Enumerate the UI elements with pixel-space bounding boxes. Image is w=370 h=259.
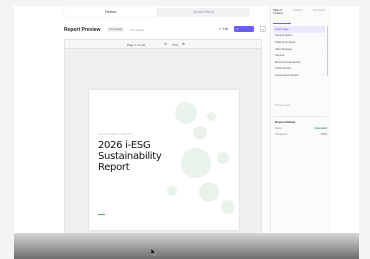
toc-item-label: Environmental Section <box>275 60 301 64</box>
toc-item-label: CEO Message <box>275 47 292 51</box>
chevron-right-icon: › <box>322 27 323 31</box>
page-indicator: Page 1 of 131 <box>127 42 146 47</box>
chevron-right-icon: › <box>322 47 323 51</box>
document-viewer: ‹ Page 1 of 131 ⊖ 75% ⊕ › SUSTAINABILITY… <box>64 39 262 239</box>
divider <box>273 116 327 117</box>
edit-button-label: Edit <box>222 27 229 31</box>
decor-bubble <box>193 126 207 140</box>
detail-value: Generated <box>314 127 327 130</box>
status-badge: Generated <box>107 27 125 32</box>
detail-row-status: Status Generated <box>275 127 327 130</box>
toc-item-label: Social Section <box>275 67 292 71</box>
decor-bubble <box>199 182 219 202</box>
cover-accent-line <box>98 214 105 215</box>
toc-item-label: Cover Page <box>275 27 289 31</box>
tab-preview[interactable]: Preview <box>64 8 157 17</box>
side-tabs: Table of Contents Sections Comments <box>271 9 331 23</box>
toc-item[interactable]: General › <box>273 52 325 59</box>
active-tab-indicator <box>273 23 291 24</box>
detail-value: 100% <box>320 133 327 136</box>
toc-item-label: Governance Section <box>275 73 299 77</box>
toc-item[interactable]: General Notice › <box>273 33 325 40</box>
chevron-right-icon: › <box>322 54 323 58</box>
tab-table-of-contents[interactable]: Table of Contents <box>271 9 291 23</box>
detail-row-completion: Completion 100% <box>275 133 327 136</box>
chevron-right-icon: › <box>322 34 323 38</box>
toc-scrollbar[interactable] <box>327 26 329 76</box>
more-options-icon[interactable]: ✎ <box>260 26 266 32</box>
mouse-cursor-icon <box>151 248 157 256</box>
chevron-right-icon: › <box>322 73 323 77</box>
toc-item[interactable]: Social Section › <box>273 66 325 73</box>
tab-sections[interactable]: Sections <box>291 9 311 23</box>
cover-kicker: SUSTAINABILITY REPORT <box>98 133 134 136</box>
toc-list: Cover Page › General Notice › Table of Con… <box>273 26 325 79</box>
decor-bubble <box>181 148 211 178</box>
regenerate-label: Regenerate <box>236 33 252 37</box>
viewer-toolbar: ‹ Page 1 of 131 ⊖ 75% ⊕ › <box>65 40 261 49</box>
toc-item[interactable]: Table of Contents › <box>273 39 325 46</box>
toc-item[interactable]: Governance Section › <box>273 72 325 79</box>
report-details-title: Report Details <box>275 120 296 124</box>
preview-header: Report Preview Generated 131 pages ✎ Edi… <box>64 25 266 37</box>
chevron-right-icon: › <box>322 67 323 71</box>
mode-tabs: Preview Source Report <box>64 8 250 17</box>
regenerate-button[interactable]: ✦ Regenerate <box>234 26 254 37</box>
toc-item-label: General <box>275 54 285 58</box>
tab-source-report[interactable]: Source Report <box>157 8 250 17</box>
decor-bubble <box>175 102 197 124</box>
toc-footer: 25 pages total <box>275 104 291 107</box>
prev-page-icon[interactable]: ‹ <box>69 42 70 47</box>
zoom-out-icon[interactable]: ⊖ <box>164 42 167 46</box>
toc-item-label: General Notice <box>275 34 293 38</box>
chevron-right-icon: › <box>322 40 323 44</box>
page-title: Report Preview <box>64 27 101 33</box>
page-count: 131 pages <box>130 27 145 32</box>
zoom-level: 75% <box>172 42 179 47</box>
toc-item[interactable]: CEO Message › <box>273 46 325 53</box>
detail-label: Completion <box>275 133 288 136</box>
bottom-overlay <box>14 233 359 259</box>
next-page-icon[interactable]: › <box>256 42 257 47</box>
side-panel: Table of Contents Sections Comments Cove… <box>270 6 330 259</box>
detail-label: Status <box>275 127 283 130</box>
decor-bubble <box>221 200 235 214</box>
edit-button[interactable]: ✎ Edit <box>219 27 228 31</box>
zoom-in-icon[interactable]: ⊕ <box>182 42 185 46</box>
decor-bubble <box>207 112 216 121</box>
app-window: Preview Source Report Report Preview Gen… <box>14 6 359 259</box>
tab-comments[interactable]: Comments <box>311 9 331 23</box>
decor-bubble <box>167 186 177 196</box>
toc-item[interactable]: Cover Page › <box>273 26 325 33</box>
decor-bubble <box>217 152 229 164</box>
cover-title: 2026 i-ESG Sustainability Report <box>98 140 162 173</box>
report-cover-page: SUSTAINABILITY REPORT 2026 i-ESG Sustain… <box>89 90 239 230</box>
chevron-right-icon: › <box>322 60 323 64</box>
toc-item[interactable]: Environmental Section › <box>273 59 325 66</box>
toc-item-label: Table of Contents <box>275 40 296 44</box>
